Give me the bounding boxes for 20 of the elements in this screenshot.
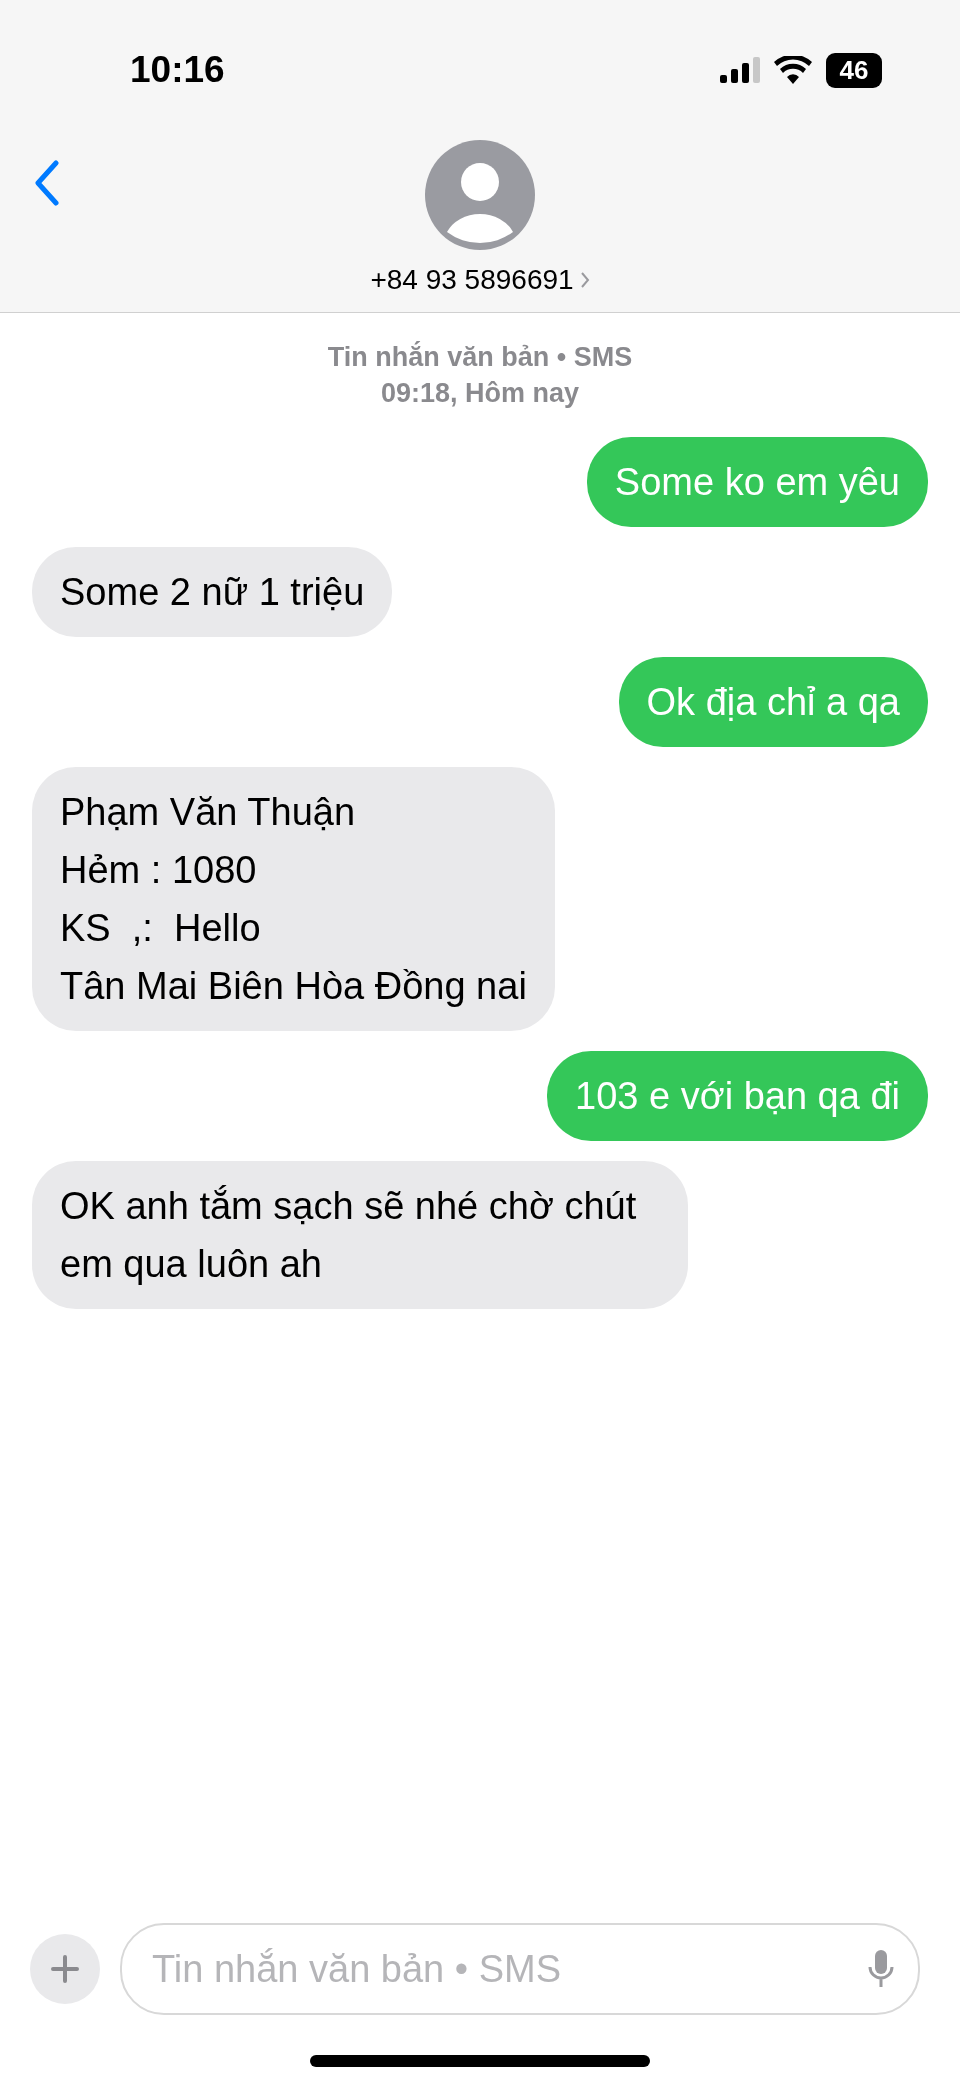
sent-message: 103 e với bạn qa đi	[547, 1051, 928, 1141]
microphone-icon[interactable]	[868, 1949, 894, 1989]
received-message: OK anh tắm sạch sẽ nhé chờ chút em qua luôn ah	[32, 1161, 688, 1309]
signal-icon	[720, 57, 760, 83]
sent-message: Some ko em yêu	[586, 437, 928, 527]
plus-icon	[50, 1954, 80, 1984]
status-time: 10:16	[130, 49, 225, 91]
chevron-icon	[579, 271, 590, 289]
wifi-icon	[774, 56, 812, 84]
message-input[interactable]: Tin nhắn văn bản • SMS	[150, 1946, 868, 1992]
sent-message: Ok địa chỉ a qa	[618, 657, 928, 747]
contact-name[interactable]: +84 93 5896691	[370, 264, 590, 296]
message-field[interactable]: Tin nhắn văn bản • SMS	[120, 1923, 920, 2015]
battery-icon: 46	[826, 52, 882, 88]
message-time: 09:18, Hôm nay	[380, 377, 580, 410]
received-message: Phạm Văn Thuận Hẻm : 1080 KS ,: Hello Tân Mai Biên Hòa Đồng nai	[32, 767, 555, 1031]
received-message: Some 2 nữ 1 triệu	[32, 547, 393, 637]
avatar-icon[interactable]	[425, 140, 535, 250]
back-icon[interactable]	[34, 160, 60, 206]
message-service: Tin nhắn văn bản • SMS	[327, 340, 633, 374]
